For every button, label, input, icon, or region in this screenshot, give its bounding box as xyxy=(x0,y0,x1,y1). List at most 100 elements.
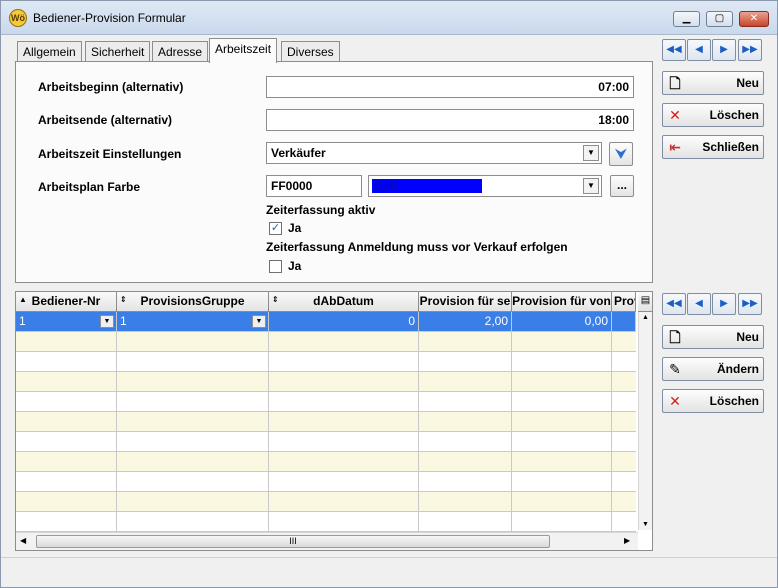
grid-next-icon[interactable]: ▶ xyxy=(712,293,736,315)
col-dabdatum[interactable]: ⇕ dAbDatum xyxy=(269,292,419,312)
col-bediener-nr[interactable]: ▲ Bediener-Nr xyxy=(16,292,117,312)
next-record-icon[interactable]: ▶ xyxy=(712,39,736,61)
table-row[interactable] xyxy=(16,472,636,492)
anmeldung-label: Zeiterfassung Anmeldung muss vor Verkauf… xyxy=(266,240,568,254)
delete-button-label: Löschen xyxy=(709,108,759,122)
table-row[interactable] xyxy=(16,392,636,412)
col-prov[interactable]: Prov xyxy=(612,292,636,312)
close-button-label: Schließen xyxy=(702,140,759,154)
tab-allgemein[interactable]: Allgemein xyxy=(17,41,82,62)
einstellungen-label: Arbeitszeit Einstellungen xyxy=(38,147,182,161)
edit-pencil-icon: ✎ xyxy=(669,361,681,377)
tab-sicherheit[interactable]: Sicherheit xyxy=(85,41,151,62)
grid-edit-label: Ändern xyxy=(717,362,759,376)
anmeldung-ja-label: Ja xyxy=(288,259,302,273)
sort-ascending-icon: ▲ xyxy=(19,295,27,304)
delete-icon: ✕ xyxy=(669,107,681,123)
arbeitsbeginn-label: Arbeitsbeginn (alternativ) xyxy=(38,80,184,94)
table-row[interactable] xyxy=(16,412,636,432)
column-chooser-icon[interactable]: ▤ xyxy=(638,292,652,312)
delete-icon: ✕ xyxy=(669,393,681,409)
maximize-button[interactable]: ▢ xyxy=(706,11,733,27)
cell-prov[interactable] xyxy=(612,312,636,332)
title-bar: Wö Bediener-Provision Formular ▁ ▢ ✕ xyxy=(1,1,777,35)
last-record-icon[interactable]: ▶▶ xyxy=(738,39,762,61)
chevron-down-icon[interactable]: ▼ xyxy=(583,145,599,161)
arbeitszeit-panel: Arbeitsbeginn (alternativ) 07:00 Arbeits… xyxy=(15,61,653,283)
tab-arbeitszeit[interactable]: Arbeitszeit xyxy=(209,38,278,63)
first-record-icon[interactable]: ◀◀ xyxy=(662,39,686,61)
zeiterfassung-checkbox[interactable]: ✓ xyxy=(269,222,282,235)
chevron-down-icon[interactable]: ▼ xyxy=(100,315,114,328)
scroll-up-icon[interactable]: ▲ xyxy=(642,314,649,321)
provision-grid[interactable]: ▲ Bediener-Nr ⇕ ProvisionsGruppe ⇕ dAbDa… xyxy=(15,291,653,551)
chevron-down-icon[interactable]: ▼ xyxy=(583,178,599,194)
sort-icon: ⇕ xyxy=(272,295,279,304)
table-row[interactable] xyxy=(16,452,636,472)
close-window-button[interactable]: ✕ xyxy=(739,11,769,27)
new-button[interactable]: 🗋 Neu xyxy=(662,71,764,95)
table-row[interactable] xyxy=(16,492,636,512)
grid-delete-button[interactable]: ✕ Löschen xyxy=(662,389,764,413)
arbeitsbeginn-field[interactable]: 07:00 xyxy=(266,76,634,98)
table-row[interactable] xyxy=(16,332,636,352)
vertical-scrollbar[interactable]: ▲ ▼ xyxy=(638,312,652,530)
new-document-icon: 🗋 xyxy=(669,75,681,91)
col-provision-von[interactable]: Provision für von xyxy=(512,292,612,312)
new-document-icon: 🗋 xyxy=(669,329,681,345)
previous-record-icon[interactable]: ◀ xyxy=(687,39,711,61)
status-bar xyxy=(1,557,777,587)
minimize-button[interactable]: ▁ xyxy=(673,11,700,27)
scroll-left-icon[interactable]: ◀ xyxy=(20,536,26,545)
color-picker-button[interactable]: ... xyxy=(610,175,634,197)
zeiterfassung-label: Zeiterfassung aktiv xyxy=(266,203,376,217)
scroll-down-icon[interactable]: ▼ xyxy=(642,521,649,528)
cell-provisionsgruppe[interactable]: 1 ▼ xyxy=(117,312,269,332)
table-row[interactable] xyxy=(16,432,636,452)
table-row[interactable] xyxy=(16,372,636,392)
arbeitsende-label: Arbeitsende (alternativ) xyxy=(38,113,173,127)
col-provisionsgruppe[interactable]: ⇕ ProvisionsGruppe xyxy=(117,292,269,312)
grid-edit-button[interactable]: ✎ Ändern xyxy=(662,357,764,381)
scroll-right-icon[interactable]: ▶ xyxy=(624,536,630,545)
form-window: Wö Bediener-Provision Formular ▁ ▢ ✕ All… xyxy=(0,0,778,588)
grid-delete-label: Löschen xyxy=(709,394,759,408)
grid-previous-icon[interactable]: ◀ xyxy=(687,293,711,315)
app-icon: Wö xyxy=(9,9,27,27)
tab-diverses[interactable]: Diverses xyxy=(281,41,340,62)
anmeldung-checkbox[interactable] xyxy=(269,260,282,273)
zeiterfassung-ja-label: Ja xyxy=(288,221,302,235)
color-swatch: Gelb xyxy=(372,179,482,193)
exit-door-icon: ⇤ xyxy=(669,139,681,155)
chevron-down-icon[interactable]: ▼ xyxy=(252,315,266,328)
table-row[interactable] xyxy=(16,352,636,372)
horizontal-scrollbar[interactable]: ◀ III ▶ xyxy=(16,532,638,550)
cell-dabdatum[interactable]: 0 xyxy=(269,312,419,332)
cell-provision-se[interactable]: 2,00 xyxy=(419,312,512,332)
table-row[interactable]: 1 ▼ 1 ▼ 0 2,00 0,00 xyxy=(16,312,636,332)
farbe-code-field[interactable]: FF0000 xyxy=(266,175,362,197)
new-button-label: Neu xyxy=(736,76,759,90)
tab-adresse[interactable]: Adresse xyxy=(152,41,209,62)
close-button[interactable]: ⇤ Schließen xyxy=(662,135,764,159)
cell-bediener-nr[interactable]: 1 ▼ xyxy=(16,312,117,332)
farbe-name: Gelb xyxy=(372,179,482,193)
farbe-label: Arbeitsplan Farbe xyxy=(38,180,141,194)
table-row[interactable] xyxy=(16,512,636,532)
einstellungen-value: Verkäufer xyxy=(271,146,326,160)
window-title: Bediener-Provision Formular xyxy=(33,11,186,25)
settings-dropdown-icon[interactable]: ⮟ xyxy=(609,142,633,166)
farbe-select[interactable]: Gelb ▼ xyxy=(368,175,602,197)
arbeitsende-field[interactable]: 18:00 xyxy=(266,109,634,131)
cell-provision-von[interactable]: 0,00 xyxy=(512,312,612,332)
grid-last-icon[interactable]: ▶▶ xyxy=(738,293,762,315)
scroll-thumb[interactable]: III xyxy=(36,535,550,548)
grid-new-button[interactable]: 🗋 Neu xyxy=(662,325,764,349)
delete-button[interactable]: ✕ Löschen xyxy=(662,103,764,127)
col-provision-se[interactable]: Provision für se xyxy=(419,292,512,312)
sort-icon: ⇕ xyxy=(120,295,127,304)
grid-first-icon[interactable]: ◀◀ xyxy=(662,293,686,315)
grid-header: ▲ Bediener-Nr ⇕ ProvisionsGruppe ⇕ dAbDa… xyxy=(16,292,636,312)
grid-new-label: Neu xyxy=(736,330,759,344)
einstellungen-select[interactable]: Verkäufer ▼ xyxy=(266,142,602,164)
